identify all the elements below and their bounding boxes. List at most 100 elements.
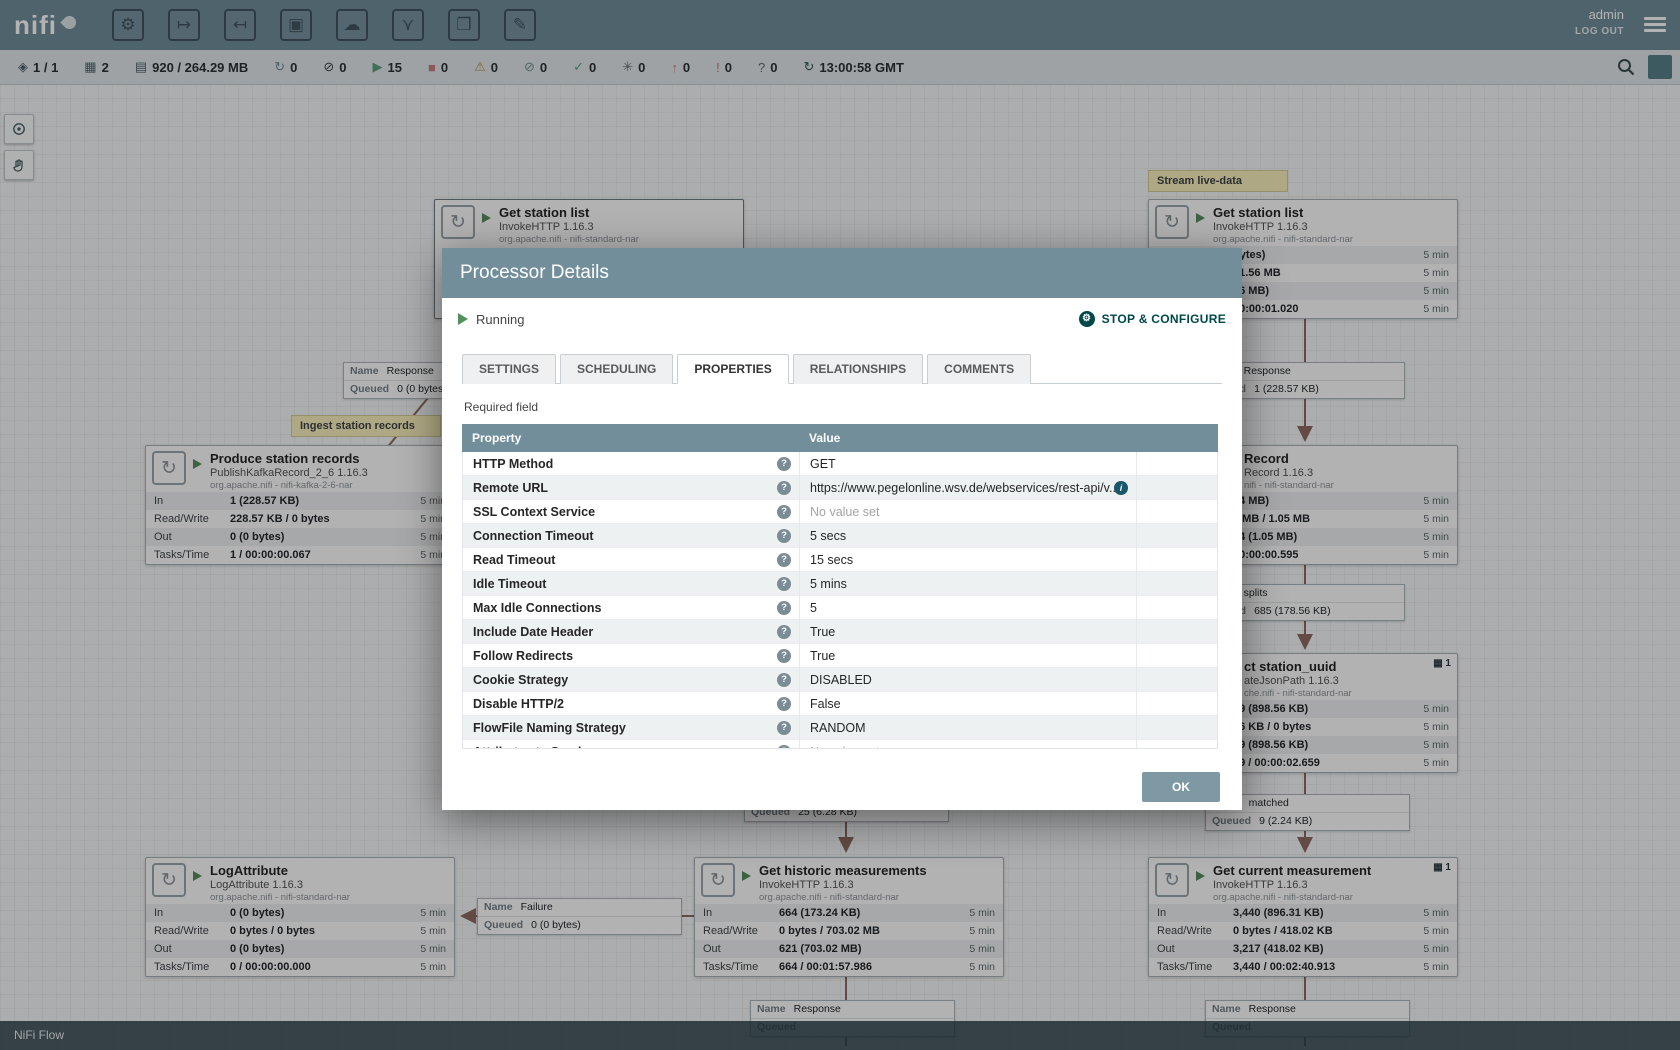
property-value[interactable]: No value set <box>800 500 1137 524</box>
property-name-text: Read Timeout <box>473 553 555 567</box>
property-value[interactable]: https://www.pegelonline.wsv.de/webservic… <box>800 476 1137 500</box>
help-icon[interactable]: ? <box>777 745 791 749</box>
property-name-text: Max Idle Connections <box>473 601 602 615</box>
property-value-text: 5 <box>810 601 817 615</box>
property-extra-cell <box>1137 572 1217 596</box>
property-name-text: Include Date Header <box>473 625 593 639</box>
processor-details-dialog: Processor Details Running ⚙ STOP & CONFI… <box>442 248 1242 810</box>
property-row: Read Timeout? 15 secs <box>463 548 1217 572</box>
help-icon[interactable]: ? <box>777 673 791 687</box>
property-row: FlowFile Naming Strategy?RANDOM <box>463 716 1217 740</box>
property-name: FlowFile Naming Strategy? <box>463 716 800 740</box>
run-status: Running <box>458 312 524 327</box>
property-name-text: Cookie Strategy <box>473 673 568 687</box>
property-name: Attributes to Send? <box>463 740 800 749</box>
property-name: Follow Redirects? <box>463 644 800 668</box>
property-value[interactable]: 15 secs <box>800 548 1137 572</box>
property-name: Cookie Strategy? <box>463 668 800 692</box>
help-icon[interactable]: ? <box>777 529 791 543</box>
info-icon[interactable]: i <box>1114 481 1128 495</box>
property-value-text: DISABLED <box>810 673 872 687</box>
stop-and-configure-button[interactable]: ⚙ STOP & CONFIGURE <box>1079 311 1226 327</box>
property-name: Disable HTTP/2? <box>463 692 800 716</box>
stop-and-configure-label: STOP & CONFIGURE <box>1102 312 1226 326</box>
property-extra-cell <box>1137 524 1217 548</box>
property-name: Include Date Header? <box>463 620 800 644</box>
property-value-text: True <box>810 649 835 663</box>
property-row: Disable HTTP/2? False <box>463 692 1217 716</box>
property-extra-cell <box>1137 740 1217 749</box>
property-value-text: GET <box>810 457 836 471</box>
ok-button[interactable]: OK <box>1142 772 1220 802</box>
property-name-text: Connection Timeout <box>473 529 594 543</box>
help-icon[interactable]: ? <box>777 553 791 567</box>
property-value[interactable]: 5 <box>800 596 1137 620</box>
gear-icon: ⚙ <box>1079 311 1095 327</box>
help-icon[interactable]: ? <box>777 505 791 519</box>
property-value[interactable]: 5 secs <box>800 524 1137 548</box>
help-icon[interactable]: ? <box>777 601 791 615</box>
property-row: Include Date Header? True <box>463 620 1217 644</box>
help-icon[interactable]: ? <box>777 457 791 471</box>
help-icon[interactable]: ? <box>777 625 791 639</box>
tab-comments[interactable]: COMMENTS <box>927 354 1031 384</box>
property-row: HTTP Method? GET <box>463 452 1217 476</box>
property-value[interactable]: 5 mins <box>800 572 1137 596</box>
tab-relationships[interactable]: RELATIONSHIPS <box>793 354 923 384</box>
property-value-text: True <box>810 625 835 639</box>
property-name-text: Follow Redirects <box>473 649 573 663</box>
property-value-text: No value set <box>810 745 879 749</box>
property-value-text: False <box>810 697 841 711</box>
property-name-text: Disable HTTP/2 <box>473 697 564 711</box>
property-row: Follow Redirects? True <box>463 644 1217 668</box>
property-extra-cell <box>1137 452 1217 476</box>
properties-table-body: HTTP Method? GET Remote URL? https://www.pe… <box>462 452 1218 749</box>
property-value[interactable]: True <box>800 644 1137 668</box>
property-extra-cell <box>1137 620 1217 644</box>
required-field-hint: Required field <box>464 400 1220 414</box>
property-value[interactable]: RANDOM <box>800 716 1137 740</box>
property-name-text: SSL Context Service <box>473 505 595 519</box>
help-icon[interactable]: ? <box>777 697 791 711</box>
tab-scheduling[interactable]: SCHEDULING <box>560 354 673 384</box>
property-name: Read Timeout? <box>463 548 800 572</box>
property-row: SSL Context Service? No value set <box>463 500 1217 524</box>
property-row: Remote URL? https://www.pegelonline.wsv.d… <box>463 476 1217 500</box>
property-name-text: Remote URL <box>473 481 548 495</box>
help-icon[interactable]: ? <box>777 721 791 735</box>
property-value-text: 5 secs <box>810 529 846 543</box>
property-name: Max Idle Connections? <box>463 596 800 620</box>
property-extra-cell <box>1137 500 1217 524</box>
properties-table: Property Value HTTP Method? GET Remote URL… <box>462 424 1218 749</box>
help-icon[interactable]: ? <box>777 649 791 663</box>
property-value[interactable]: True <box>800 620 1137 644</box>
running-icon <box>458 313 468 325</box>
property-value[interactable]: DISABLED <box>800 668 1137 692</box>
property-value-text: 15 secs <box>810 553 853 567</box>
tab-settings[interactable]: SETTINGS <box>462 354 556 384</box>
property-value[interactable]: False <box>800 692 1137 716</box>
property-name-text: HTTP Method <box>473 457 553 471</box>
tab-properties[interactable]: PROPERTIES <box>677 354 788 384</box>
property-value-text: 5 mins <box>810 577 847 591</box>
value-column-header: Value <box>799 431 1136 445</box>
property-name: Idle Timeout? <box>463 572 800 596</box>
run-status-label: Running <box>476 312 524 327</box>
property-row: Max Idle Connections? 5 <box>463 596 1217 620</box>
help-icon[interactable]: ? <box>777 577 791 591</box>
properties-table-header: Property Value <box>462 424 1218 452</box>
property-extra-cell <box>1137 716 1217 740</box>
property-name: Connection Timeout? <box>463 524 800 548</box>
property-extra-cell <box>1137 668 1217 692</box>
property-value[interactable]: GET <box>800 452 1137 476</box>
help-icon[interactable]: ? <box>777 481 791 495</box>
property-value-text: No value set <box>810 505 879 519</box>
property-value[interactable]: No value set <box>800 740 1137 749</box>
property-extra-cell <box>1137 476 1217 500</box>
dialog-status-row: Running ⚙ STOP & CONFIGURE <box>442 298 1242 340</box>
property-name: SSL Context Service? <box>463 500 800 524</box>
modal-tabs: SETTINGSSCHEDULINGPROPERTIESRELATIONSHIP… <box>462 354 1222 384</box>
property-row: Connection Timeout? 5 secs <box>463 524 1217 548</box>
property-extra-cell <box>1137 644 1217 668</box>
property-row: Cookie Strategy? DISABLED <box>463 668 1217 692</box>
